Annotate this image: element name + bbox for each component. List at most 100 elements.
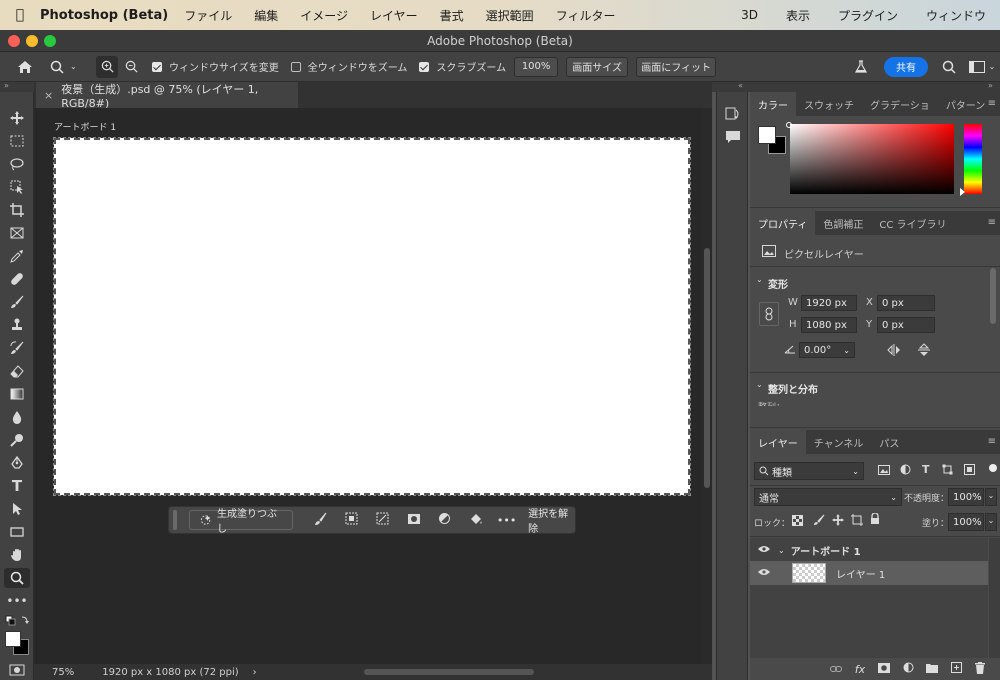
filter-adjustment-icon[interactable] [900, 464, 911, 478]
rectangle-tool-icon[interactable] [4, 522, 30, 542]
zoom-readout[interactable]: 75% [52, 667, 74, 678]
object-selection-tool-icon[interactable] [4, 177, 30, 197]
flask-icon[interactable] [846, 52, 876, 82]
path-selection-tool-icon[interactable] [4, 499, 30, 519]
zoom-window-button[interactable] [44, 35, 56, 47]
invert-selection-icon[interactable] [367, 512, 398, 528]
taskbar-drag-handle[interactable] [173, 510, 177, 530]
align-section-title[interactable]: 整列と分布 [768, 381, 818, 396]
tab-layers[interactable]: レイヤー [750, 430, 806, 454]
modify-selection-brush-icon[interactable] [305, 512, 336, 529]
artboard-canvas[interactable] [53, 137, 691, 496]
flip-vertical-icon[interactable] [918, 343, 930, 360]
color-field[interactable] [790, 124, 954, 194]
healing-brush-tool-icon[interactable] [4, 269, 30, 289]
tab-paths[interactable]: パス [871, 430, 907, 454]
zoom-tool-icon[interactable] [4, 568, 30, 588]
apple-icon[interactable]:  [0, 7, 40, 23]
hue-marker[interactable] [960, 188, 965, 196]
menu-window[interactable]: ウィンドウ [912, 7, 1000, 24]
dodge-tool-icon[interactable] [4, 430, 30, 450]
lasso-tool-icon[interactable] [4, 154, 30, 174]
crop-tool-icon[interactable] [4, 200, 30, 220]
layer-row-layer-1[interactable]: レイヤー 1 [750, 561, 988, 585]
panel-menu-icon[interactable]: ≡ [988, 98, 996, 109]
delete-layer-icon[interactable] [968, 661, 992, 677]
app-menu[interactable]: Photoshop (Beta) [40, 8, 168, 23]
color-picker-marker[interactable] [786, 122, 792, 128]
workspace-icon[interactable]: ⌄ [964, 52, 1000, 82]
vertical-scrollbar[interactable] [702, 108, 712, 664]
resize-windows-checkbox[interactable]: ウィンドウサイズを変更 [152, 52, 279, 82]
lock-artboard-icon[interactable] [851, 514, 863, 529]
menu-edit[interactable]: 編集 [254, 7, 278, 24]
zoom-out-icon[interactable] [118, 52, 144, 82]
more-tools-icon[interactable]: ••• [4, 591, 30, 611]
fit-screen-button[interactable]: 画面にフィット [636, 56, 717, 77]
properties-scroll-thumb[interactable] [990, 268, 996, 324]
add-mask-icon[interactable] [872, 662, 896, 676]
chevron-down-icon[interactable]: ⌄ [778, 546, 785, 555]
horizontal-scroll-thumb[interactable] [364, 669, 534, 675]
tab-color[interactable]: カラー [750, 92, 796, 116]
menu-file[interactable]: ファイル [184, 7, 232, 24]
home-icon[interactable] [0, 52, 50, 82]
layers-scrollbar[interactable] [989, 538, 1000, 658]
share-button[interactable]: 共有 [884, 56, 928, 77]
color-swatches[interactable] [4, 630, 30, 656]
type-tool-icon[interactable]: T [4, 476, 30, 496]
comments-panel-icon[interactable] [725, 130, 741, 147]
filter-toggle-switch[interactable] [989, 464, 997, 472]
document-tab[interactable]: × 夜景（生成）.psd @ 75% (レイヤー 1, RGB/8#) [36, 82, 298, 110]
link-dimensions-button[interactable] [759, 302, 779, 326]
zoom-in-icon[interactable] [96, 55, 118, 78]
chevron-down-icon[interactable]: ⌄ [756, 380, 763, 389]
lock-pixels-icon[interactable] [813, 514, 825, 529]
filter-smart-object-icon[interactable] [964, 464, 975, 478]
menu-layer[interactable]: レイヤー [370, 7, 418, 24]
transform-section-title[interactable]: 変形 [768, 276, 788, 291]
default-colors-icon[interactable] [4, 614, 30, 628]
layer-name[interactable]: レイヤー 1 [836, 566, 885, 581]
hue-slider[interactable] [964, 124, 982, 194]
menu-type[interactable]: 書式 [440, 7, 464, 24]
history-brush-tool-icon[interactable] [4, 338, 30, 358]
zoom-all-windows-checkbox[interactable]: 全ウィンドウをズーム [290, 52, 407, 82]
marquee-tool-icon[interactable] [4, 131, 30, 151]
foreground-color-swatch[interactable] [5, 631, 21, 647]
new-adjustment-icon[interactable] [896, 662, 920, 676]
more-options-icon[interactable]: ••• [491, 514, 522, 527]
blend-mode-select[interactable]: 通常 ⌄ [754, 488, 902, 506]
tab-channels[interactable]: チャンネル [806, 430, 872, 454]
opacity-field[interactable]: 100% [948, 488, 984, 506]
quick-mask-icon[interactable] [4, 660, 30, 680]
gradient-tool-icon[interactable] [4, 384, 30, 404]
filter-pixel-icon[interactable] [878, 465, 890, 478]
fill-selection-icon[interactable] [460, 512, 491, 529]
close-tab-icon[interactable]: × [44, 89, 53, 102]
history-panel-icon[interactable] [725, 106, 741, 125]
new-group-icon[interactable] [920, 663, 944, 676]
minimize-window-button[interactable] [26, 35, 38, 47]
select-subject-icon[interactable] [336, 512, 367, 528]
y-field[interactable]: 0 px [877, 317, 935, 333]
filter-shape-icon[interactable] [942, 464, 953, 478]
eraser-tool-icon[interactable] [4, 361, 30, 381]
expand-toolbar-icon[interactable]: » [4, 81, 9, 90]
layer-effects-icon[interactable]: fx [848, 663, 872, 676]
zoom-tool-preset[interactable]: ⌄ [50, 52, 90, 82]
chevron-right-icon[interactable]: › [253, 667, 257, 678]
frame-tool-icon[interactable] [4, 223, 30, 243]
adjustment-layer-icon[interactable] [429, 512, 460, 528]
search-icon[interactable] [934, 52, 964, 82]
tab-gradients[interactable]: グラデーショ [862, 92, 938, 116]
tab-cc-libraries[interactable]: CC ライブラリ [871, 211, 954, 235]
collapse-strip-icon[interactable]: « [738, 81, 743, 90]
height-field[interactable]: 1080 px [801, 317, 857, 333]
color-panel-swatches[interactable] [758, 126, 792, 156]
foreground-color-swatch[interactable] [758, 126, 776, 144]
fill-dropdown[interactable]: ⌄ [985, 513, 997, 531]
panel-menu-icon[interactable]: ≡ [988, 217, 996, 228]
link-layers-icon[interactable] [824, 663, 848, 676]
menu-select[interactable]: 選択範囲 [486, 7, 534, 24]
